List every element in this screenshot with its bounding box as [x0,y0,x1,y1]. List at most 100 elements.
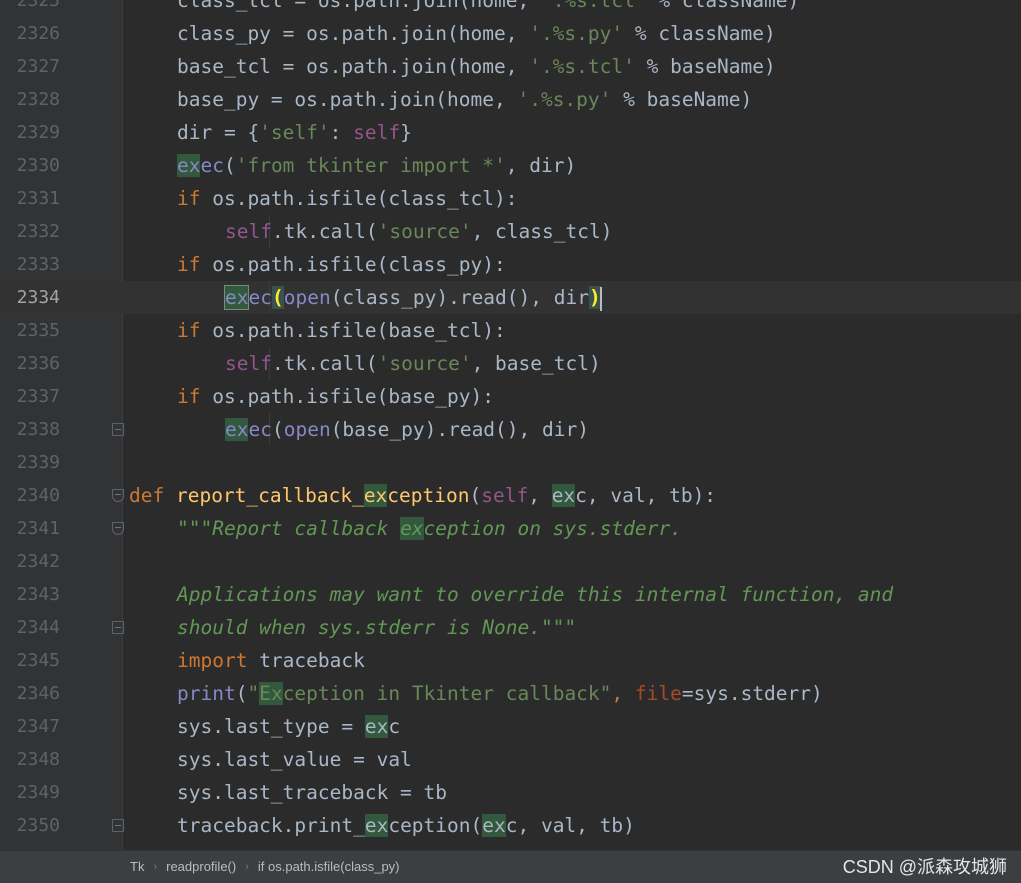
code-editor[interactable]: 2325 class_tcl = os.path.join(home, '.%s.… [0,0,1021,850]
line-number[interactable]: 2327 [0,50,60,83]
line-number[interactable]: 2345 [0,644,60,677]
code-line[interactable]: 2326 class_py = os.path.join(home, '.%s.p… [0,17,1021,50]
text-cursor [599,286,602,311]
code-line[interactable]: 2340 def report_callback_exception(self, … [0,479,1021,512]
line-number[interactable]: 2338 [0,413,60,446]
line-number[interactable]: 2325 [0,0,60,17]
breadcrumb-item[interactable]: Tk [130,851,144,883]
code-text[interactable]: dir = {'self': self} [177,116,412,149]
code-line[interactable]: 2331 if os.path.isfile(class_tcl): [0,182,1021,215]
code-line[interactable]: 2341 """Report callback exception on sys.… [0,512,1021,545]
code-line[interactable]: 2327 base_tcl = os.path.join(home, '.%s.t… [0,50,1021,83]
line-number[interactable]: 2335 [0,314,60,347]
code-text[interactable]: sys.last_value = val [177,743,412,776]
line-number[interactable]: 2342 [0,545,60,578]
code-text[interactable]: if os.path.isfile(base_py): [177,380,494,413]
line-number[interactable]: 2328 [0,83,60,116]
code-text[interactable]: if os.path.isfile(class_py): [177,248,506,281]
fold-end-icon[interactable] [112,621,124,634]
line-number[interactable]: 2344 [0,611,60,644]
code-token: ec [200,154,224,177]
code-text[interactable]: def report_callback_exception(self, exc,… [129,479,716,512]
code-line[interactable]: 2342 [0,545,1021,578]
code-text[interactable]: import traceback [177,644,365,677]
line-number[interactable]: 2350 [0,809,60,842]
code-text[interactable]: Applications may want to override this i… [177,578,893,611]
fold-end-icon[interactable] [112,423,124,436]
line-number[interactable]: 2347 [0,710,60,743]
line-number[interactable]: 2343 [0,578,60,611]
fold-collapse-icon[interactable] [112,489,124,502]
code-text[interactable]: base_tcl = os.path.join(home, '.%s.tcl' … [177,50,776,83]
breadcrumb-item[interactable]: readprofile() [166,851,236,883]
code-line[interactable]: 2334 exec(open(class_py).read(), dir) [0,281,1021,314]
code-line[interactable]: 2348 sys.last_value = val [0,743,1021,776]
code-text[interactable]: self.tk.call('source', base_tcl) [225,347,601,380]
code-line[interactable]: 2332 self.tk.call('source', class_tcl) [0,215,1021,248]
code-line[interactable]: 2337 if os.path.isfile(base_py): [0,380,1021,413]
code-line[interactable]: 2329 dir = {'self': self} [0,116,1021,149]
line-number[interactable]: 2336 [0,347,60,380]
code-line[interactable]: 2339 [0,446,1021,479]
code-line[interactable]: 2330 exec('from tkinter import *', dir) [0,149,1021,182]
line-number[interactable]: 2346 [0,677,60,710]
code-line[interactable]: 2346 print("Exception in Tkinter callback… [0,677,1021,710]
line-number[interactable]: 2348 [0,743,60,776]
code-text[interactable]: traceback.print_exception(exc, val, tb) [177,809,635,842]
line-number[interactable]: 2337 [0,380,60,413]
code-line[interactable]: 2328 base_py = os.path.join(home, '.%s.py… [0,83,1021,116]
line-number[interactable]: 2333 [0,248,60,281]
code-token: base_tcl = os.path.join(home, [177,55,530,78]
code-line[interactable]: 2343 Applications may want to override th… [0,578,1021,611]
code-text[interactable]: sys.last_traceback = tb [177,776,447,809]
line-number[interactable]: 2334 [0,281,60,314]
code-line[interactable]: 2344 should when sys.stderr is None.""" [0,611,1021,644]
code-text[interactable]: exec(open(base_py).read(), dir) [225,413,589,446]
line-number[interactable]: 2331 [0,182,60,215]
line-number[interactable]: 2329 [0,116,60,149]
line-number[interactable]: 2341 [0,512,60,545]
code-text[interactable]: if os.path.isfile(base_tcl): [177,314,506,347]
code-token: if [177,385,201,408]
line-number[interactable]: 2349 [0,776,60,809]
code-text[interactable]: should when sys.stderr is None.""" [177,611,576,644]
code-line[interactable]: 2347 sys.last_type = exc [0,710,1021,743]
code-text[interactable]: sys.last_type = exc [177,710,400,743]
code-text[interactable]: """Report callback exception on sys.stde… [177,512,682,545]
code-text[interactable]: class_py = os.path.join(home, '.%s.py' %… [177,17,776,50]
code-line[interactable]: 2338 exec(open(base_py).read(), dir) [0,413,1021,446]
code-text[interactable]: self.tk.call('source', class_tcl) [225,215,612,248]
code-text[interactable]: exec(open(class_py).read(), dir) [223,281,602,314]
breadcrumb: Tk › readprofile() › if os.path.isfile(class… [130,851,400,883]
breadcrumb-item[interactable]: if os.path.isfile(class_py) [258,851,400,883]
code-line[interactable]: 2335 if os.path.isfile(base_tcl): [0,314,1021,347]
code-line[interactable]: 2349 sys.last_traceback = tb [0,776,1021,809]
line-number[interactable]: 2330 [0,149,60,182]
line-number[interactable]: 2326 [0,17,60,50]
code-lines[interactable]: 2325 class_tcl = os.path.join(home, '.%s.… [0,0,1021,842]
code-token: def [129,484,176,507]
code-text[interactable]: class_tcl = os.path.join(home, '.%s.tcl'… [177,0,799,17]
code-line[interactable]: 2336 self.tk.call('source', base_tcl) [0,347,1021,380]
code-token: 'from tkinter import *' [235,154,506,177]
code-text[interactable]: exec('from tkinter import *', dir) [177,149,576,182]
code-text[interactable]: print("Exception in Tkinter callback", f… [177,677,823,710]
fold-end-icon[interactable] [112,819,124,832]
code-token: if [177,319,201,342]
code-token: '.%s.py' [517,88,612,111]
code-line[interactable]: 2333 if os.path.isfile(class_py): [0,248,1021,281]
code-token: Applications may want to override this i… [177,583,894,606]
code-token: (class_py).read(), dir [330,286,589,309]
line-number[interactable]: 2332 [0,215,60,248]
code-line[interactable]: 2345 import traceback [0,644,1021,677]
code-line[interactable]: 2325 class_tcl = os.path.join(home, '.%s.… [0,0,1021,17]
search-match: ex [225,418,249,441]
code-token: ( [271,418,284,441]
code-text[interactable]: if os.path.isfile(class_tcl): [177,182,517,215]
code-token: 'source' [377,220,472,243]
line-number[interactable]: 2340 [0,479,60,512]
fold-collapse-icon[interactable] [112,522,124,535]
code-line[interactable]: 2350 traceback.print_exception(exc, val, … [0,809,1021,842]
line-number[interactable]: 2339 [0,446,60,479]
code-text[interactable]: base_py = os.path.join(home, '.%s.py' % … [177,83,752,116]
